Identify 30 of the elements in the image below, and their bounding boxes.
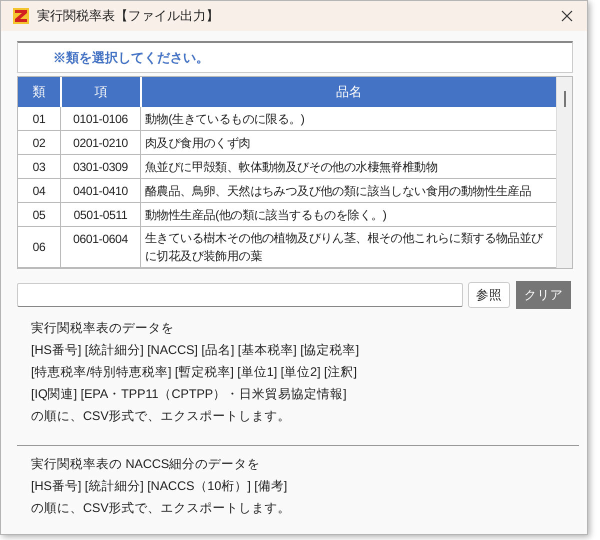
table-cell-text: 02 bbox=[32, 134, 46, 152]
notice-banner: ※類を選択してください。 bbox=[17, 41, 573, 73]
app-logo-icon bbox=[13, 8, 29, 24]
browse-button[interactable]: 参照 bbox=[468, 282, 510, 308]
description-text: 実行関税率表のデータを bbox=[31, 320, 174, 337]
file-path-field[interactable] bbox=[17, 283, 463, 307]
table-cell-text: 03 bbox=[32, 158, 46, 176]
scrollbar[interactable] bbox=[556, 77, 572, 268]
description-text: の順に、CSV形式で、エクスポートします。 bbox=[31, 500, 291, 517]
table-cell-text: 05 bbox=[32, 206, 46, 224]
column-header: 類 bbox=[32, 83, 46, 102]
close-icon[interactable] bbox=[561, 10, 573, 22]
table-cell-text: 01 bbox=[32, 110, 46, 128]
description-text: [HS番号] [統計細分] [NACCS（10桁）] [備考] bbox=[31, 478, 288, 495]
table-cell: 0201-0210 bbox=[60, 131, 140, 154]
description-text: [HS番号] [統計細分] [NACCS] [品名] [基本税率] [協定税率] bbox=[31, 342, 360, 359]
table-cell: 0601-0604 bbox=[60, 227, 140, 267]
description-text: 実行関税率表の NACCS細分のデータを bbox=[31, 456, 260, 473]
table-cell: 0401-0410 bbox=[60, 179, 140, 202]
description-text: [IQ関連] [EPA・TPP11（CPTPP）・日米貿易協定情報] bbox=[31, 386, 347, 403]
description-text: [特恵税率/特別特恵税率] [暫定税率] [単位1] [単位2] [注釈] bbox=[31, 364, 357, 381]
table-cell: 0101-0106 bbox=[60, 107, 140, 130]
table-cell-text: 04 bbox=[32, 182, 46, 200]
table-cell-text: 06 bbox=[32, 239, 46, 256]
window-title: 実行関税率表【ファイル出力】 bbox=[37, 7, 220, 26]
table-cell: 0501-0511 bbox=[60, 203, 140, 226]
description-text: の順に、CSV形式で、エクスポートします。 bbox=[31, 408, 291, 425]
clear-button[interactable]: クリア bbox=[516, 281, 571, 309]
table-cell: 0301-0309 bbox=[60, 155, 140, 178]
column-header: 項 bbox=[60, 77, 140, 107]
